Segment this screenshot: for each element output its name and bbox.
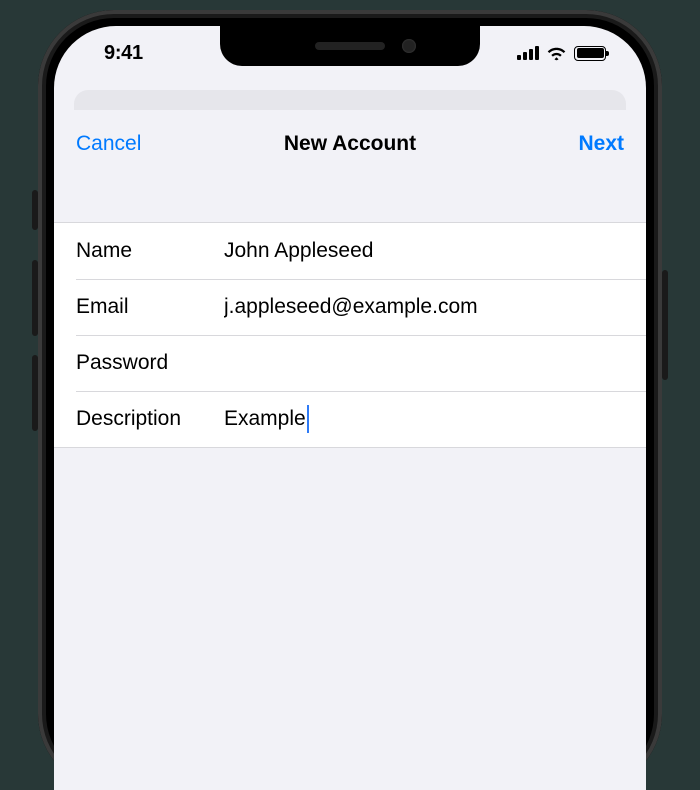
name-row[interactable]: Name [54, 223, 646, 279]
silence-switch [32, 190, 38, 230]
description-label: Description [76, 407, 224, 431]
screen: 9:41 Cancel New Account [54, 26, 646, 790]
next-button[interactable]: Next [578, 132, 624, 156]
wifi-icon [546, 46, 567, 61]
name-input[interactable] [224, 239, 624, 263]
notch [220, 26, 480, 66]
text-cursor [307, 405, 310, 433]
cancel-button[interactable]: Cancel [76, 132, 141, 156]
status-icons [517, 46, 610, 61]
modal-sheet: Cancel New Account Next Name Email Passw… [54, 110, 646, 790]
password-label: Password [76, 351, 224, 375]
cellular-signal-icon [517, 46, 539, 60]
navigation-bar: Cancel New Account Next [54, 110, 646, 178]
status-time: 9:41 [90, 42, 143, 65]
power-button [662, 270, 668, 380]
description-row[interactable]: Description Example [54, 391, 646, 447]
password-row[interactable]: Password [54, 335, 646, 391]
name-label: Name [76, 239, 224, 263]
email-row[interactable]: Email [54, 279, 646, 335]
password-input[interactable] [224, 351, 624, 375]
modal-title: New Account [176, 132, 524, 156]
volume-up-button [32, 260, 38, 336]
volume-down-button [32, 355, 38, 431]
description-value[interactable]: Example [224, 407, 306, 431]
account-form: Name Email Password Description Example [54, 222, 646, 448]
speaker-grille [315, 42, 385, 50]
phone-frame: 9:41 Cancel New Account [38, 10, 662, 790]
email-input[interactable] [224, 295, 624, 319]
battery-icon [574, 46, 606, 61]
email-label: Email [76, 295, 224, 319]
front-camera [402, 39, 416, 53]
